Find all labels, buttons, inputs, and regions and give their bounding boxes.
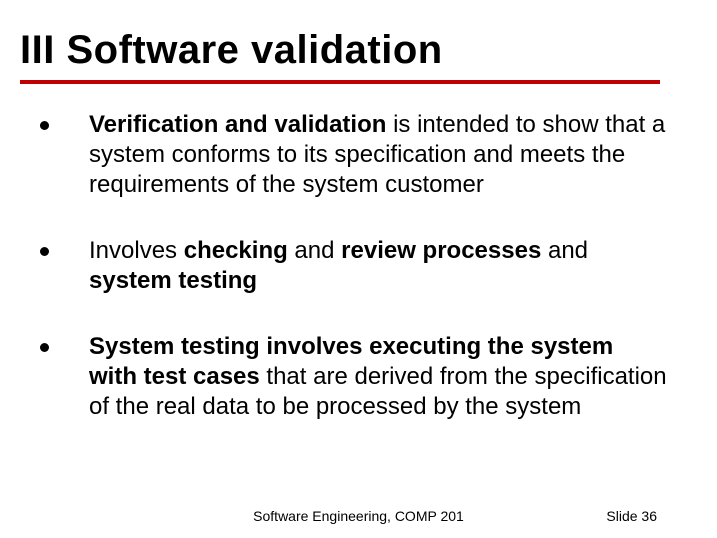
bullet-list: Verification and validation is intended … <box>40 110 667 458</box>
slide-label: Slide <box>606 508 641 524</box>
list-item: Involves checking and review processes a… <box>40 236 667 296</box>
title-underline <box>20 80 660 84</box>
list-item: Verification and validation is intended … <box>40 110 667 200</box>
slide-title: III Software validation <box>20 28 697 73</box>
slide-number: 36 <box>641 508 657 524</box>
bullet-text: System testing involves executing the sy… <box>89 332 667 422</box>
footer-slide-number: Slide 36 <box>606 508 657 524</box>
list-item: System testing involves executing the sy… <box>40 332 667 422</box>
bullet-text: Verification and validation is intended … <box>89 110 667 200</box>
bullet-icon <box>40 121 49 130</box>
bullet-icon <box>40 343 49 352</box>
slide: III Software validation Verification and… <box>0 0 717 538</box>
bullet-icon <box>40 247 49 256</box>
bullet-text: Involves checking and review processes a… <box>89 236 667 296</box>
